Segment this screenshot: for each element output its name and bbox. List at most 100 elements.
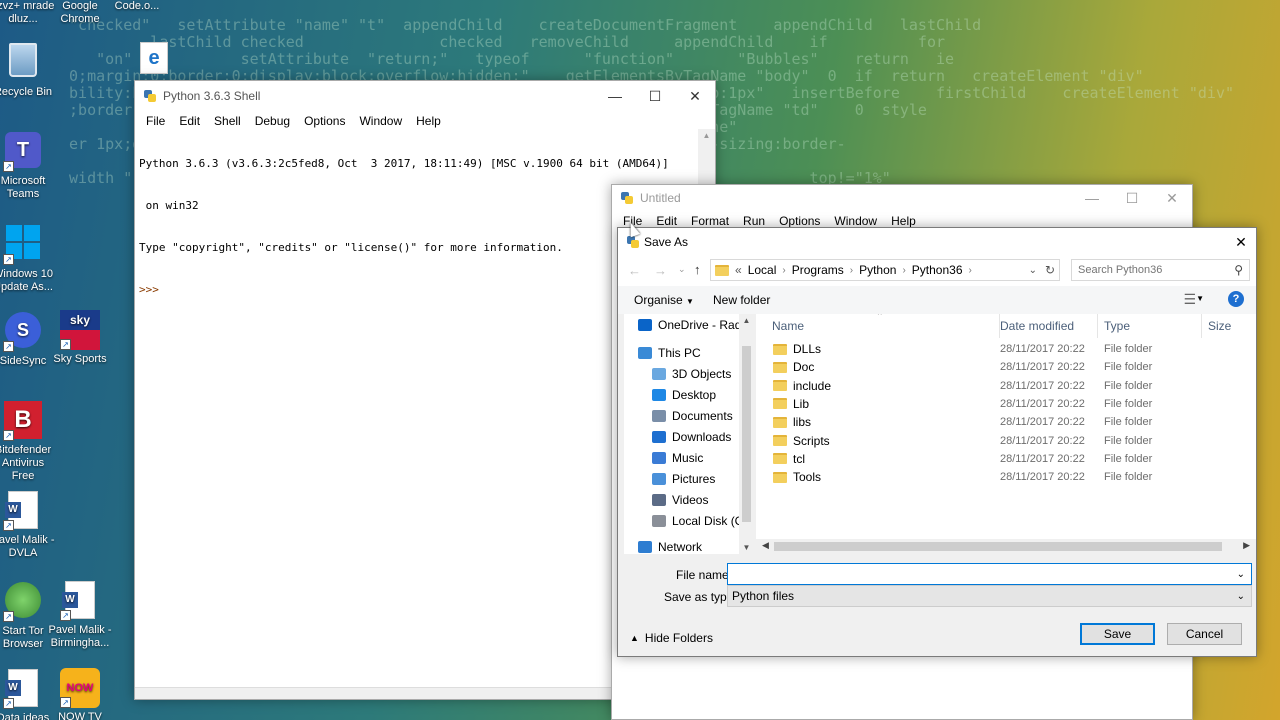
file-list[interactable]: ⌃ Name Date modified Type Size DLLs 28/11…: [756, 314, 1256, 540]
organise-button[interactable]: Organise ▼: [634, 293, 694, 307]
help-icon[interactable]: ?: [1228, 291, 1244, 307]
menu-format[interactable]: Format: [684, 214, 736, 228]
maximize-button[interactable]: ☐: [1112, 185, 1152, 211]
up-arrow-icon[interactable]: ↑: [694, 262, 701, 277]
nav-item[interactable]: 3D Objects: [652, 367, 731, 381]
address-dropdown-icon[interactable]: ⌄: [1029, 265, 1037, 276]
search-input[interactable]: [1078, 264, 1223, 276]
desktop-icon[interactable]: Recycle Bin: [0, 40, 56, 99]
recent-chevron-icon[interactable]: ⌄: [678, 264, 686, 275]
shell-line: Python 3.6.3 (v3.6.3:2c5fed8, Oct 3 2017…: [139, 157, 669, 170]
save-as-dialog[interactable]: Save As ✕ ← → ⌄ ↑ « Local › Programs › P…: [617, 227, 1257, 657]
breadcrumb-local[interactable]: Local: [748, 263, 777, 277]
shortcut-arrow-icon: ↗: [3, 341, 14, 352]
dialog-titlebar[interactable]: Save As ✕: [618, 228, 1256, 256]
file-row[interactable]: Scripts 28/11/2017 20:22 File folder: [756, 432, 1256, 450]
column-type[interactable]: Type: [1098, 314, 1202, 338]
menu-edit[interactable]: Edit: [172, 114, 207, 128]
breadcrumb-overflow[interactable]: «: [735, 263, 742, 277]
breadcrumb[interactable]: « Local › Programs › Python › Python36 ›…: [710, 259, 1060, 281]
nav-item[interactable]: Downloads: [652, 430, 731, 444]
menu-help[interactable]: Help: [884, 214, 923, 228]
desktop-icon[interactable]: NOW ↗ NOW TV: [47, 668, 113, 720]
desktop-icon[interactable]: W ↗ Pavel Malik - Birmingha...: [47, 580, 113, 650]
desktop-icon[interactable]: W↗ Pavel Malik - DVLA: [0, 490, 56, 560]
file-list-hscrollbar[interactable]: ◀ ▶: [756, 539, 1256, 554]
scroll-up-icon[interactable]: ▲: [739, 314, 754, 325]
edge-icon[interactable]: e: [140, 42, 168, 74]
minimize-button[interactable]: —: [595, 81, 635, 111]
nav-item[interactable]: Pictures: [652, 472, 715, 486]
column-name[interactable]: Name: [766, 314, 1000, 338]
file-row[interactable]: libs 28/11/2017 20:22 File folder: [756, 413, 1256, 431]
scroll-down-icon[interactable]: ▼: [739, 543, 754, 552]
python-icon: [620, 191, 634, 205]
desktop-icon[interactable]: ↗ Windows 10 Update As...: [0, 222, 56, 294]
save-button[interactable]: Save: [1080, 623, 1155, 645]
nav-item[interactable]: Network: [638, 540, 702, 554]
menu-edit[interactable]: Edit: [649, 214, 684, 228]
menu-help[interactable]: Help: [409, 114, 448, 128]
menu-file[interactable]: File: [139, 114, 172, 128]
nav-item[interactable]: Videos: [652, 493, 708, 507]
desktop-icon[interactable]: T ↗ Microsoft Teams: [0, 130, 56, 201]
file-row[interactable]: Doc 28/11/2017 20:22 File folder: [756, 358, 1256, 376]
breadcrumb-programs[interactable]: Programs: [792, 263, 844, 277]
file-row[interactable]: DLLs 28/11/2017 20:22 File folder: [756, 340, 1256, 358]
scroll-up-icon[interactable]: ▲: [698, 129, 715, 140]
column-date-modified[interactable]: Date modified: [994, 314, 1098, 338]
cancel-button[interactable]: Cancel: [1167, 623, 1242, 645]
close-button[interactable]: ✕: [675, 81, 715, 111]
desktop-icon[interactable]: sky ↗ Sky Sports: [47, 310, 113, 366]
scroll-right-icon[interactable]: ▶: [1243, 540, 1250, 551]
file-name-field[interactable]: ⌄: [727, 563, 1252, 585]
file-row[interactable]: include 28/11/2017 20:22 File folder: [756, 377, 1256, 395]
scroll-thumb[interactable]: [742, 346, 751, 522]
file-row[interactable]: Lib 28/11/2017 20:22 File folder: [756, 395, 1256, 413]
nav-item[interactable]: This PC: [638, 346, 701, 360]
nav-item[interactable]: OneDrive - Radno: [638, 318, 754, 332]
maximize-button[interactable]: ☐: [635, 81, 675, 111]
shell-titlebar[interactable]: Python 3.6.3 Shell — ☐ ✕: [135, 81, 715, 111]
menu-options[interactable]: Options: [297, 114, 352, 128]
menu-window[interactable]: Window: [827, 214, 884, 228]
editor-titlebar[interactable]: Untitled — ☐ ✕: [612, 185, 1192, 211]
close-button[interactable]: ✕: [1152, 185, 1192, 211]
close-icon[interactable]: ✕: [1226, 234, 1256, 251]
chevron-down-icon[interactable]: ⌄: [1237, 591, 1245, 602]
nav-item[interactable]: Documents: [652, 409, 733, 423]
hide-folders-button[interactable]: ▲ Hide Folders: [630, 631, 713, 645]
breadcrumb-python36[interactable]: Python36: [912, 263, 963, 277]
nav-item[interactable]: Desktop: [652, 388, 716, 402]
search-box[interactable]: ⚲: [1071, 259, 1250, 281]
view-chevron-icon[interactable]: ▼: [1196, 294, 1204, 303]
column-size[interactable]: Size: [1202, 314, 1256, 338]
search-icon[interactable]: ⚲: [1234, 263, 1243, 277]
file-row[interactable]: Tools 28/11/2017 20:22 File folder: [756, 468, 1256, 486]
back-arrow-icon[interactable]: ←: [628, 263, 641, 278]
nav-item[interactable]: Music: [652, 451, 703, 465]
navigation-pane[interactable]: OneDrive - Radno This PC 3D Objects Desktop…: [624, 314, 754, 554]
minimize-button[interactable]: —: [1072, 185, 1112, 211]
forward-arrow-icon[interactable]: →: [654, 263, 667, 278]
view-options-icon[interactable]: ☰: [1183, 291, 1196, 308]
file-name-input[interactable]: [728, 567, 1228, 581]
menu-window[interactable]: Window: [352, 114, 409, 128]
save-type-select[interactable]: Python files ⌄: [727, 585, 1252, 607]
scroll-left-icon[interactable]: ◀: [762, 540, 769, 551]
nav-item[interactable]: Local Disk (C:): [652, 514, 751, 528]
new-folder-button[interactable]: New folder: [713, 293, 770, 307]
menu-options[interactable]: Options: [772, 214, 827, 228]
desktop-icon[interactable]: B ↗ Bitdefender Antivirus Free: [0, 400, 56, 483]
disk-icon: [652, 515, 666, 527]
menu-debug[interactable]: Debug: [248, 114, 297, 128]
breadcrumb-python[interactable]: Python: [859, 263, 896, 277]
desktop-icon-label[interactable]: Code.o...: [104, 0, 170, 13]
refresh-icon[interactable]: ↻: [1045, 263, 1055, 277]
hscroll-thumb[interactable]: [774, 542, 1222, 551]
menu-run[interactable]: Run: [736, 214, 772, 228]
menu-shell[interactable]: Shell: [207, 114, 248, 128]
file-row[interactable]: tcl 28/11/2017 20:22 File folder: [756, 450, 1256, 468]
chevron-down-icon[interactable]: ⌄: [1237, 569, 1245, 580]
nav-scrollbar[interactable]: ▲ ▼: [739, 314, 754, 554]
